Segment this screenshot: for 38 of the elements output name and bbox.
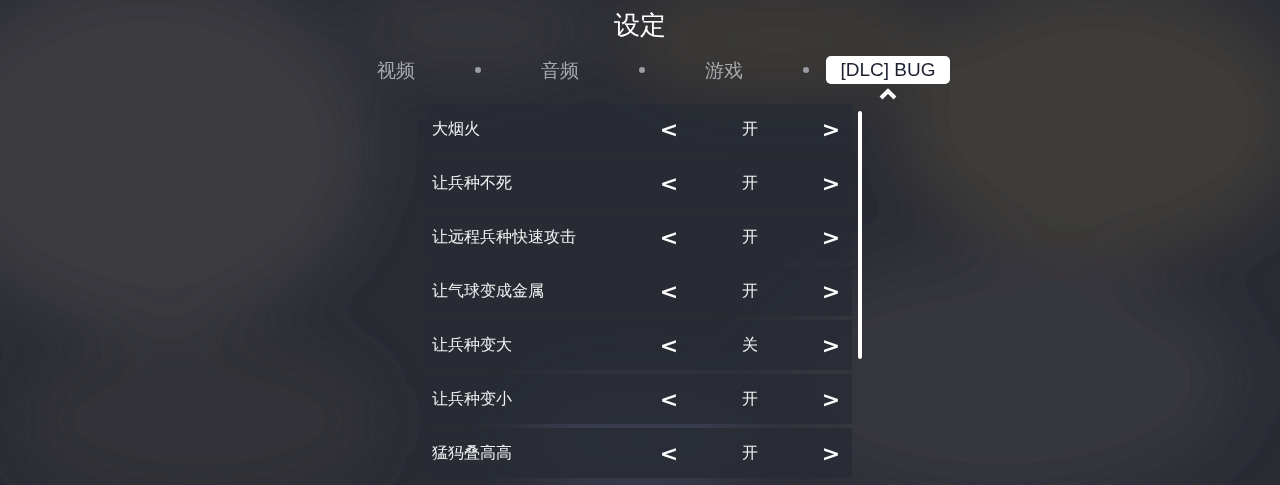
separator-dot — [639, 67, 645, 73]
tab[interactable]: 游戏 — [691, 56, 757, 84]
setting-label: 让兵种变小 — [432, 388, 513, 410]
setting-label: 让气球变成金属 — [432, 280, 545, 302]
caret-icon — [878, 88, 898, 100]
tab[interactable]: [DLC] BUG — [826, 56, 950, 84]
previous-button[interactable]: < — [655, 170, 683, 196]
previous-button[interactable]: < — [655, 332, 683, 358]
setting-value: 开 — [742, 280, 758, 302]
tab[interactable]: 视频 — [363, 56, 429, 84]
setting-label: 大烟火 — [432, 118, 481, 140]
setting-value: 关 — [742, 334, 758, 356]
setting-value: 开 — [742, 388, 758, 410]
setting-label: 猛犸叠高高 — [432, 442, 513, 464]
next-button[interactable]: > — [817, 170, 845, 196]
previous-button[interactable]: < — [655, 386, 683, 412]
next-button[interactable]: > — [817, 116, 845, 142]
next-button[interactable]: > — [817, 332, 845, 358]
setting-value: 开 — [742, 442, 758, 464]
separator-dot — [475, 67, 481, 73]
next-button[interactable]: > — [817, 440, 845, 466]
separator-dot — [803, 67, 809, 73]
next-button[interactable]: > — [817, 224, 845, 250]
previous-button[interactable]: < — [655, 116, 683, 142]
settings-title: 设定 — [614, 9, 666, 42]
next-button[interactable]: > — [817, 386, 845, 412]
setting-label: 让远程兵种快速攻击 — [432, 226, 577, 248]
setting-label: 让兵种变大 — [432, 334, 513, 356]
scrollbar[interactable] — [858, 111, 862, 359]
tab[interactable]: 音频 — [527, 56, 593, 84]
next-button[interactable]: > — [817, 278, 845, 304]
setting-value: 开 — [742, 226, 758, 248]
setting-label: 让兵种不死 — [432, 172, 513, 194]
previous-button[interactable]: < — [655, 278, 683, 304]
setting-value: 开 — [742, 118, 758, 140]
previous-button[interactable]: < — [655, 440, 683, 466]
previous-button[interactable]: < — [655, 224, 683, 250]
setting-value: 开 — [742, 172, 758, 194]
